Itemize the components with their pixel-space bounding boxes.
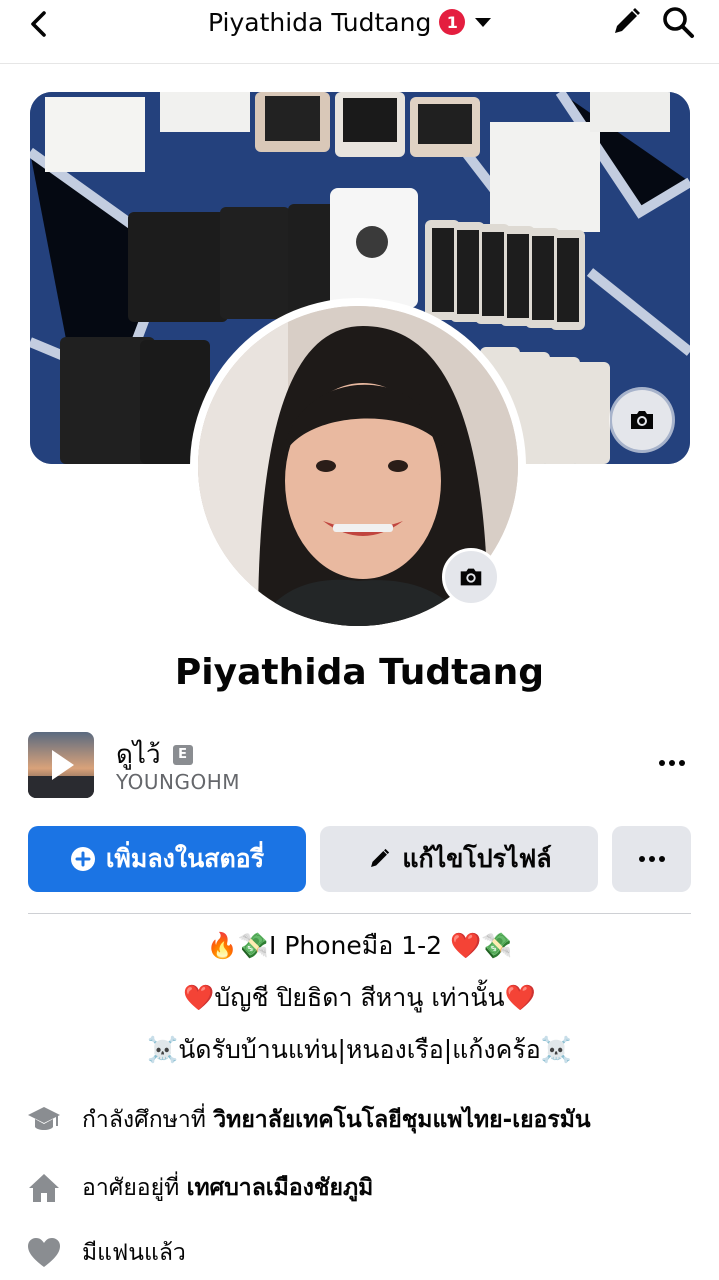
explicit-badge: E <box>172 744 193 765</box>
pencil-icon <box>366 846 392 872</box>
edit-profile-label: แก้ไขโปรไฟล์ <box>402 844 552 873</box>
music-cover-art <box>28 732 94 798</box>
detail-education-value: วิทยาลัยเทคโนโลยีชุมแพไทย-เยอรมัน <box>213 1107 591 1133</box>
top-navigation-bar: Piyathida Tudtang 1 <box>0 0 719 64</box>
more-dot-icon <box>648 856 655 862</box>
graduation-cap-icon <box>26 1102 62 1138</box>
bio-line-2: ❤️บัญชี ปิยธิดา สีหานู เท่านั้น❤️ <box>183 983 536 1012</box>
more-dot-icon <box>638 856 645 862</box>
plus-circle-icon <box>70 846 96 872</box>
camera-icon <box>631 411 653 429</box>
section-divider <box>28 913 691 914</box>
search-button[interactable] <box>660 4 696 40</box>
profile-name: Piyathida Tudtang <box>174 652 545 693</box>
edit-profile-button[interactable]: แก้ไขโปรไฟล์ <box>320 826 598 892</box>
camera-icon <box>460 568 482 586</box>
detail-relationship[interactable]: มีแฟนแล้ว <box>26 1233 186 1273</box>
music-more-options-button[interactable] <box>652 748 692 778</box>
detail-relationship-value: มีแฟนแล้ว <box>82 1240 186 1266</box>
detail-location-value: เทศบาลเมืองชัยภูมิ <box>186 1175 374 1201</box>
detail-location[interactable]: อาศัยอยู่ที่ เทศบาลเมืองชัยภูมิ <box>26 1168 373 1208</box>
profile-more-button[interactable] <box>612 826 691 892</box>
home-icon <box>26 1170 62 1206</box>
bio-line-3: ☠️นัดรับบ้านแท่น|หนองเรือ|แก้งคร้อ☠️ <box>147 1035 572 1064</box>
more-dot-icon <box>679 760 685 766</box>
detail-education[interactable]: กำลังศึกษาที่ วิทยาลัยเทคโนโลยีชุมแพไทย-… <box>26 1100 591 1140</box>
more-dot-icon <box>669 760 675 766</box>
chevron-left-icon <box>31 11 46 37</box>
heart-icon <box>26 1235 62 1271</box>
back-button[interactable] <box>24 8 56 40</box>
more-dot-icon <box>658 856 665 862</box>
pencil-icon <box>615 8 640 33</box>
add-to-story-label: เพิ่มลงในสตอรี่ <box>105 844 265 873</box>
detail-location-prefix: อาศัยอยู่ที่ <box>82 1175 187 1201</box>
caret-down-icon <box>475 17 492 27</box>
edit-button[interactable] <box>608 4 644 40</box>
search-icon <box>663 7 694 38</box>
more-dot-icon <box>659 760 665 766</box>
add-to-story-button[interactable]: เพิ่มลงในสตอรี่ <box>28 826 306 892</box>
change-profile-picture-button[interactable] <box>442 548 500 606</box>
music-title-row: ดูไว้ E <box>116 734 193 775</box>
music-play-button[interactable] <box>28 732 94 798</box>
detail-education-prefix: กำลังศึกษาที่ <box>82 1107 214 1133</box>
change-cover-photo-button[interactable] <box>612 390 672 450</box>
profile-switcher[interactable]: Piyathida Tudtang 1 <box>208 4 492 40</box>
header-title: Piyathida Tudtang <box>208 7 432 37</box>
notification-badge: 1 <box>439 9 466 35</box>
music-artist: YOUNGOHM <box>116 770 240 794</box>
music-title: ดูไว้ <box>116 740 161 770</box>
bio-line-1: 🔥💸I Phoneมือ 1-2 ❤️💸 <box>206 931 513 960</box>
